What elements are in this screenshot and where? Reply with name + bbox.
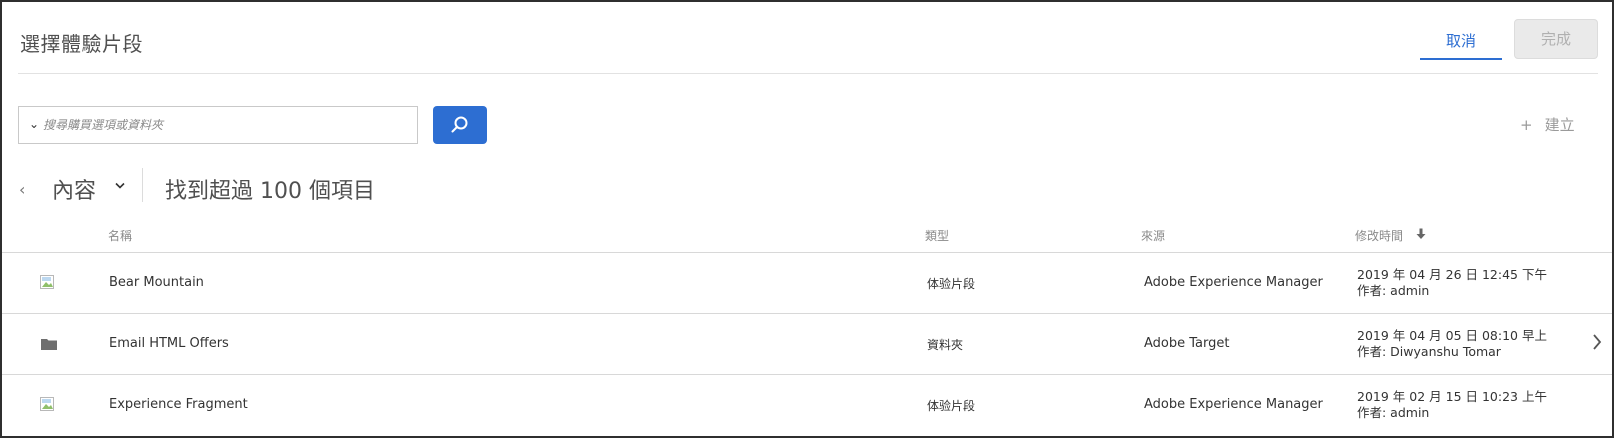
chevron-down-icon[interactable]: ⌄ bbox=[29, 117, 39, 131]
column-header-name[interactable]: 名稱 bbox=[108, 227, 132, 244]
row-modified: 2019 年 04 月 26 日 12:45 下午 作者: admin bbox=[1357, 267, 1547, 299]
search-field[interactable]: ⌄ bbox=[18, 106, 418, 144]
create-button[interactable]: + 建立 bbox=[1520, 114, 1575, 135]
done-button[interactable]: 完成 bbox=[1514, 19, 1598, 59]
row-type: 資料夾 bbox=[927, 338, 964, 352]
row-source: Adobe Target bbox=[1144, 336, 1230, 351]
row-name: Bear Mountain bbox=[109, 275, 204, 290]
chevron-right-icon[interactable] bbox=[1592, 332, 1602, 352]
sort-descending-icon[interactable] bbox=[1416, 228, 1426, 240]
plus-icon: + bbox=[1520, 116, 1533, 134]
column-header-type[interactable]: 類型 bbox=[925, 227, 949, 244]
search-icon bbox=[451, 116, 468, 133]
folder-icon bbox=[41, 339, 57, 350]
row-name: Experience Fragment bbox=[109, 397, 248, 412]
breadcrumb-divider bbox=[142, 168, 143, 202]
row-modified-date: 2019 年 04 月 26 日 12:45 下午 bbox=[1357, 267, 1547, 282]
back-chevron-icon[interactable]: ‹ bbox=[19, 180, 25, 199]
row-source: Adobe Experience Manager bbox=[1144, 397, 1323, 412]
table-row[interactable]: Bear Mountain 体验片段 Adobe Experience Mana… bbox=[2, 253, 1612, 314]
column-header-source[interactable]: 來源 bbox=[1141, 227, 1165, 244]
row-author: 作者: admin bbox=[1357, 405, 1430, 420]
search-input[interactable] bbox=[43, 111, 409, 139]
header-divider bbox=[18, 73, 1598, 74]
breadcrumb-location[interactable]: 內容 bbox=[52, 173, 96, 205]
chevron-down-icon[interactable] bbox=[114, 181, 126, 191]
image-placeholder-icon bbox=[40, 397, 54, 411]
row-modified: 2019 年 02 月 15 日 10:23 上午 作者: admin bbox=[1357, 389, 1547, 421]
table-row[interactable]: Experience Fragment 体验片段 Adobe Experienc… bbox=[2, 375, 1612, 436]
row-type: 体验片段 bbox=[927, 277, 976, 291]
image-placeholder-icon bbox=[40, 275, 54, 289]
row-author: 作者: Diwyanshu Tomar bbox=[1357, 344, 1501, 359]
result-count: 找到超過 100 個項目 bbox=[165, 179, 375, 204]
cancel-button[interactable]: 取消 bbox=[1420, 26, 1502, 60]
row-name: Email HTML Offers bbox=[109, 336, 229, 351]
column-header-modified[interactable]: 修改時間 bbox=[1355, 227, 1403, 244]
search-button[interactable] bbox=[433, 106, 487, 144]
table-row[interactable]: Email HTML Offers 資料夾 Adobe Target 2019 … bbox=[2, 314, 1612, 375]
row-modified-date: 2019 年 02 月 15 日 10:23 上午 bbox=[1357, 389, 1547, 404]
row-source: Adobe Experience Manager bbox=[1144, 275, 1323, 290]
row-type: 体验片段 bbox=[927, 399, 976, 413]
row-modified-date: 2019 年 04 月 05 日 08:10 早上 bbox=[1357, 328, 1547, 343]
create-label: 建立 bbox=[1544, 116, 1575, 134]
row-author: 作者: admin bbox=[1357, 283, 1430, 298]
dialog-title: 選擇體驗片段 bbox=[20, 32, 143, 56]
row-modified: 2019 年 04 月 05 日 08:10 早上 作者: Diwyanshu … bbox=[1357, 328, 1547, 360]
